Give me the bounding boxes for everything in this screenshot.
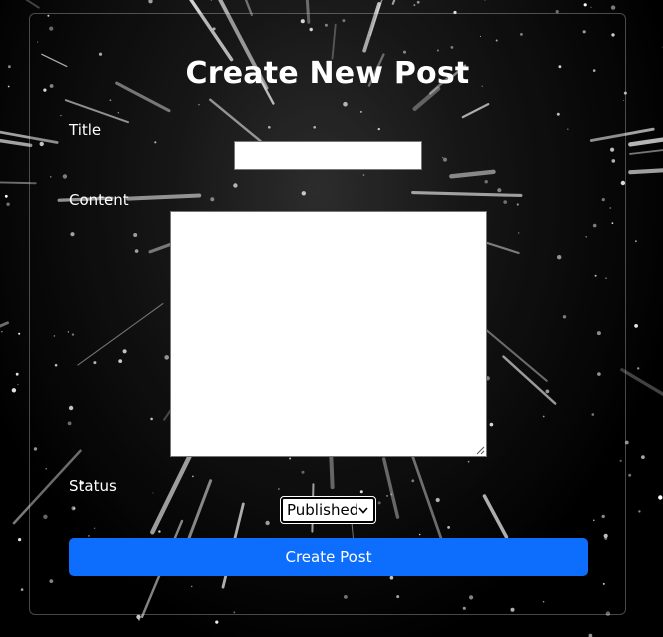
star bbox=[17, 384, 19, 386]
create-post-form: Create New Post Title Content Status Pub… bbox=[29, 13, 626, 615]
star bbox=[637, 367, 640, 370]
page-title: Create New Post bbox=[185, 56, 470, 91]
star bbox=[638, 510, 641, 513]
star bbox=[7, 85, 10, 88]
star bbox=[11, 388, 17, 393]
star bbox=[136, 614, 141, 620]
light-streak bbox=[25, 0, 40, 9]
star bbox=[610, 5, 616, 10]
star bbox=[590, 6, 592, 8]
star bbox=[138, 618, 140, 621]
star bbox=[18, 538, 22, 542]
chevron-down-icon bbox=[357, 504, 369, 516]
star bbox=[1, 331, 3, 333]
status-label: Status bbox=[69, 477, 117, 495]
star bbox=[641, 455, 645, 459]
star bbox=[628, 473, 632, 477]
light-streak bbox=[620, 368, 663, 397]
status-selected-value: Published bbox=[287, 501, 357, 519]
star bbox=[7, 65, 11, 69]
star bbox=[416, 0, 420, 4]
light-streak bbox=[0, 321, 10, 328]
star bbox=[658, 495, 663, 500]
title-input[interactable] bbox=[234, 141, 422, 170]
star bbox=[20, 588, 24, 591]
light-streak bbox=[391, 0, 396, 5]
star bbox=[15, 372, 19, 376]
resize-grip-icon[interactable] bbox=[476, 446, 485, 455]
content-label: Content bbox=[69, 191, 129, 209]
star bbox=[18, 332, 21, 335]
star bbox=[634, 324, 638, 328]
star bbox=[215, 620, 219, 624]
star bbox=[635, 240, 637, 243]
star bbox=[6, 202, 10, 206]
star bbox=[484, 0, 486, 1]
star bbox=[583, 3, 587, 7]
title-label: Title bbox=[69, 121, 102, 139]
star bbox=[4, 194, 8, 198]
star bbox=[148, 0, 153, 4]
status-select[interactable]: Published bbox=[280, 496, 376, 524]
create-post-button[interactable]: Create Post bbox=[69, 538, 588, 576]
content-textarea[interactable] bbox=[170, 211, 487, 457]
star bbox=[413, 4, 416, 6]
light-streak bbox=[628, 168, 663, 175]
